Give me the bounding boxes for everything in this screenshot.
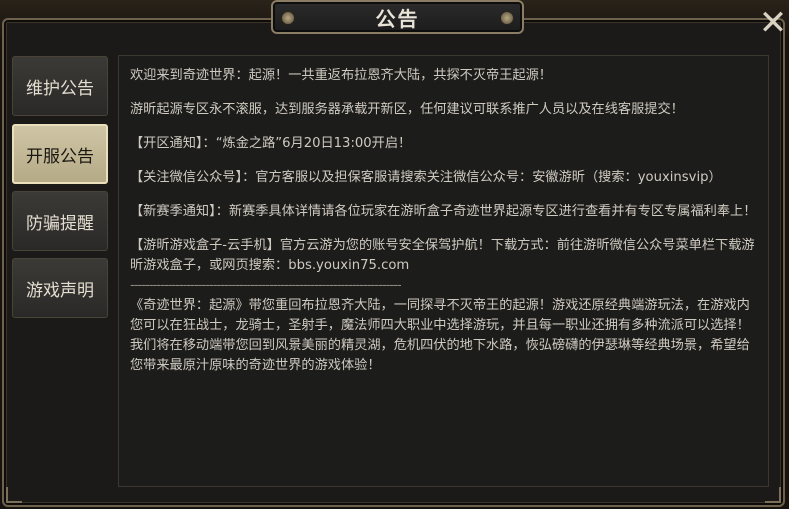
tab-label: 防骗提醒 xyxy=(26,213,94,234)
announcement-paragraph-cloud-phone: 【游昕游戏盒子-云手机】官方云游为您的账号安全保驾护航！下载方式：前往游昕微信公… xyxy=(130,238,755,273)
announcement-paragraph-server: 游昕起源专区永不滚服，达到服务器承载开新区，任何建议可联系推广人员以及在线客服提… xyxy=(130,102,684,117)
frame-corner-ornament xyxy=(6,487,22,503)
frame-corner-ornament xyxy=(765,487,781,503)
dialog-title: 公告 xyxy=(375,6,420,31)
announcement-paragraph-scenery: 我们将在移动端带您回到风景美丽的精灵湖，危机四伏的地下水路，恢弘磅礴的伊瑟琳等经… xyxy=(130,338,750,373)
announcement-paragraph-season: 【新赛季通知】：新赛季具体详情请各位玩家在游昕盒子奇迹世界起源专区进行查看并有专… xyxy=(130,204,757,219)
tab-game-statement[interactable]: 游戏声明 xyxy=(12,258,108,318)
announcement-paragraph-wechat: 【关注微信公众号】：官方客服以及担保客服请搜索关注微信公众号：安徽游昕（搜索：y… xyxy=(130,170,722,185)
ornament-knob-icon xyxy=(281,11,295,25)
announcement-content[interactable]: 欢迎来到奇迹世界：起源！一共重返布拉恩齐大陆，共探不灭帝王起源！ 游昕起源专区永… xyxy=(118,55,769,487)
close-button[interactable]: ✕ xyxy=(757,6,789,40)
announcement-paragraph-open-notice: 【开区通知】：“炼金之路”6月20日13:00开启！ xyxy=(130,136,412,151)
tab-server-open-notice[interactable]: 开服公告 xyxy=(12,124,108,184)
close-icon: ✕ xyxy=(758,3,788,43)
announcement-paragraph-intro: 《奇迹世界：起源》带您重回布拉恩齐大陆，一同探寻不灭帝王的起源！游戏还原经典端游… xyxy=(130,298,750,333)
tab-label: 游戏声明 xyxy=(26,280,94,301)
tab-label: 开服公告 xyxy=(26,146,94,167)
content-divider: ----------------------------------------… xyxy=(130,278,402,293)
tab-anti-fraud-reminder[interactable]: 防骗提醒 xyxy=(12,191,108,251)
dialog-title-plate: 公告 xyxy=(271,0,524,34)
ornament-knob-icon xyxy=(500,11,514,25)
tab-maintenance-notice[interactable]: 维护公告 xyxy=(12,56,108,116)
tab-label: 维护公告 xyxy=(26,78,94,99)
announcement-paragraph-welcome: 欢迎来到奇迹世界：起源！一共重返布拉恩齐大陆，共探不灭帝王起源！ xyxy=(130,68,552,83)
